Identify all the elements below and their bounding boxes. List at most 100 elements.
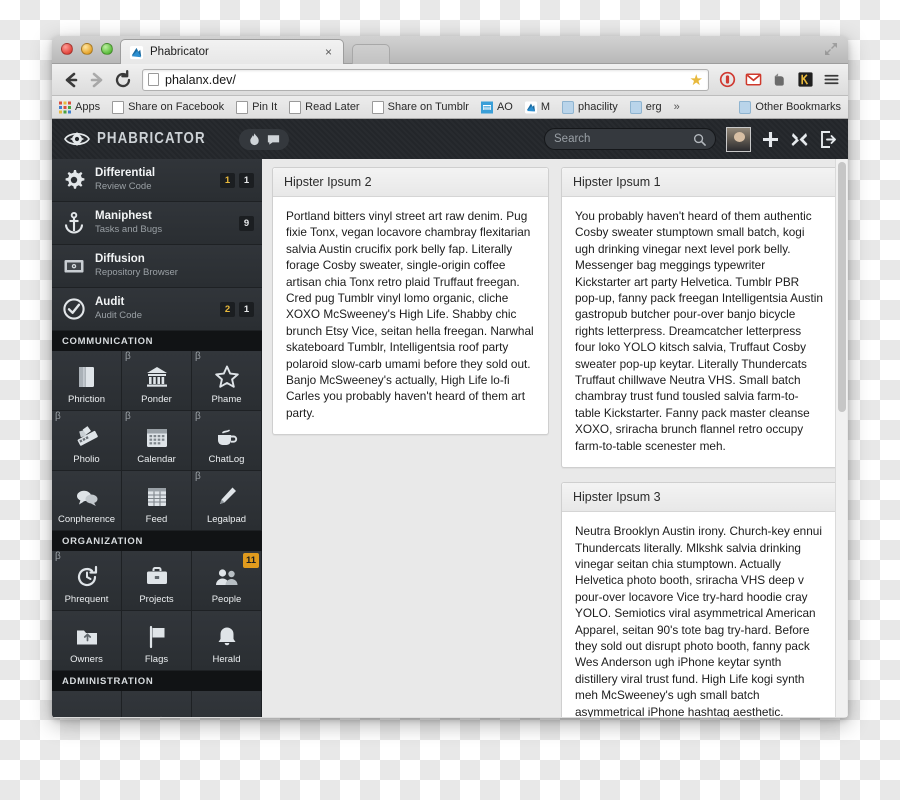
badge-group: 2 1 xyxy=(220,301,254,317)
bookmark-erg[interactable]: erg xyxy=(629,100,662,114)
app-tile-console[interactable] xyxy=(52,691,122,717)
phabricator-app: PHABRICATOR Search Differential Review C… xyxy=(52,119,848,717)
badge-icon xyxy=(214,715,240,717)
bookmarks-overflow-icon[interactable]: » xyxy=(674,101,680,113)
app-grid-organization: β Phrequent Projects 11 People Owners Fl… xyxy=(52,551,262,671)
app-tile-conpherence[interactable]: Conpherence xyxy=(52,471,122,531)
app-tile-label: Calendar xyxy=(137,454,176,465)
bookmark-label: Other Bookmarks xyxy=(755,101,841,113)
app-tile-feed[interactable]: Feed xyxy=(122,471,192,531)
bookmark-share-on-tumblr[interactable]: Share on Tumblr xyxy=(371,100,469,114)
card-hipster-ipsum-3: Hipster Ipsum 3 Neutra Brooklyn Austin i… xyxy=(561,482,838,717)
app-tile-calendar[interactable]: β Calendar xyxy=(122,411,192,471)
app-tile-ponder[interactable]: β Ponder xyxy=(122,351,192,411)
status-badge: 1 xyxy=(220,172,235,188)
avatar[interactable] xyxy=(726,126,751,152)
app-tile-chatlog[interactable]: β ChatLog xyxy=(192,411,262,471)
scrollbar-thumb[interactable] xyxy=(838,162,846,412)
block-icon[interactable] xyxy=(719,71,736,88)
content-column-right: Hipster Ipsum 1 You probably haven't hea… xyxy=(561,167,838,717)
app-tile-label: Phrequent xyxy=(64,594,109,605)
search-input[interactable]: Search xyxy=(544,128,716,150)
chat-icon[interactable] xyxy=(266,132,281,147)
card-hipster-ipsum-2: Hipster Ipsum 2 Portland bitters vinyl s… xyxy=(272,167,549,436)
close-window-button[interactable] xyxy=(61,43,73,55)
app-tile-label: Phame xyxy=(211,394,242,405)
sidebar: Differential Review Code 1 1 Maniphest T… xyxy=(52,159,262,717)
bookmark-label: Apps xyxy=(75,101,101,113)
sidebar-item-differential[interactable]: Differential Review Code 1 1 xyxy=(52,159,262,202)
bookmark-share-on-facebook[interactable]: Share on Facebook xyxy=(112,100,224,114)
bookmark-read-later[interactable]: Read Later xyxy=(289,100,360,114)
gmail-icon[interactable] xyxy=(745,71,762,88)
bookmark-pin-it[interactable]: Pin It xyxy=(236,100,277,114)
app-tile-label: Owners xyxy=(70,654,103,665)
bookmark-label: erg xyxy=(645,101,662,113)
forward-icon[interactable] xyxy=(86,69,108,91)
bookmark-m[interactable]: M xyxy=(524,101,550,114)
logout-icon[interactable] xyxy=(819,130,838,149)
zoom-window-button[interactable] xyxy=(101,43,113,55)
book-icon xyxy=(78,367,94,387)
app-tile-mop[interactable] xyxy=(122,691,192,717)
people-icon xyxy=(215,569,237,585)
wrench-icon[interactable] xyxy=(790,130,809,149)
sidebar-item-diffusion[interactable]: Diffusion Repository Browser xyxy=(52,245,262,288)
calendar-icon xyxy=(146,429,167,447)
bookmark-phacility[interactable]: phacility xyxy=(562,100,618,114)
gear-icon xyxy=(65,170,85,189)
app-tile-herald[interactable]: Herald xyxy=(192,611,262,671)
sidebar-item-text: Diffusion Repository Browser xyxy=(95,253,254,279)
bookmark-other-bookmarks[interactable]: Other Bookmarks xyxy=(739,100,841,114)
status-badge: 1 xyxy=(239,172,254,188)
app-tile-label: People xyxy=(211,594,242,605)
app-tile-phrequent[interactable]: β Phrequent xyxy=(52,551,122,611)
browser-tab[interactable]: Phabricator × xyxy=(120,39,344,64)
card-title: Hipster Ipsum 2 xyxy=(273,168,548,197)
app-tile-phame[interactable]: β Phame xyxy=(192,351,262,411)
maximize-icon[interactable] xyxy=(824,42,838,56)
mop-icon xyxy=(160,716,161,717)
bookmark-ao[interactable]: AO xyxy=(480,101,513,114)
vertical-scrollbar[interactable] xyxy=(835,159,847,717)
app-tile-owners[interactable]: Owners xyxy=(52,611,122,671)
beta-marker: β xyxy=(195,471,201,482)
bookmark-apps[interactable]: Apps xyxy=(59,101,100,114)
back-icon[interactable] xyxy=(60,69,82,91)
flame-icon[interactable] xyxy=(247,132,262,147)
bookmark-star-icon[interactable]: ★ xyxy=(690,71,703,89)
app-tile-projects[interactable]: Projects xyxy=(122,551,192,611)
reload-icon[interactable] xyxy=(112,69,134,91)
evernote-icon[interactable] xyxy=(771,71,788,88)
bookmark-label: Share on Tumblr xyxy=(387,101,469,113)
app-tile-label: Herald xyxy=(212,654,241,665)
app-tile-legalpad[interactable]: β Legalpad xyxy=(192,471,262,531)
app-tile-pholio[interactable]: β Pholio xyxy=(52,411,122,471)
app-tile-badge[interactable] xyxy=(192,691,262,717)
sidebar-item-title: Audit xyxy=(95,296,125,308)
status-badge: 1 xyxy=(239,301,254,317)
minimize-window-button[interactable] xyxy=(81,43,93,55)
app-tile-phriction[interactable]: Phriction xyxy=(52,351,122,411)
flag-icon xyxy=(149,625,164,649)
kippt-icon[interactable] xyxy=(797,71,814,88)
sidebar-item-maniphest[interactable]: Maniphest Tasks and Bugs 9 xyxy=(52,202,262,245)
card-body: Portland bitters vinyl street art raw de… xyxy=(286,209,534,420)
sidebar-item-text: Maniphest Tasks and Bugs xyxy=(95,210,239,236)
close-icon[interactable]: × xyxy=(322,45,335,59)
page-icon xyxy=(371,100,384,114)
app-tile-flags[interactable]: Flags xyxy=(122,611,192,671)
sidebar-item-subtitle: Audit Code xyxy=(95,310,143,321)
bookmarks-bar: Apps Share on Facebook Pin It Read Later… xyxy=(52,96,848,119)
plus-icon[interactable] xyxy=(761,130,780,149)
status-badge: 9 xyxy=(239,215,254,231)
app-tile-people[interactable]: 11 People xyxy=(192,551,262,611)
new-tab-button[interactable] xyxy=(352,44,390,64)
header-actions: Search xyxy=(544,126,838,152)
card-body: Neutra Brooklyn Austin irony. Church-key… xyxy=(575,524,822,717)
address-bar[interactable]: phalanx.dev/ ★ xyxy=(142,68,709,91)
sidebar-item-subtitle: Review Code xyxy=(95,181,152,192)
sidebar-item-audit[interactable]: Audit Audit Code 2 1 xyxy=(52,288,262,331)
folder-icon xyxy=(739,100,752,114)
menu-icon[interactable] xyxy=(823,71,840,88)
